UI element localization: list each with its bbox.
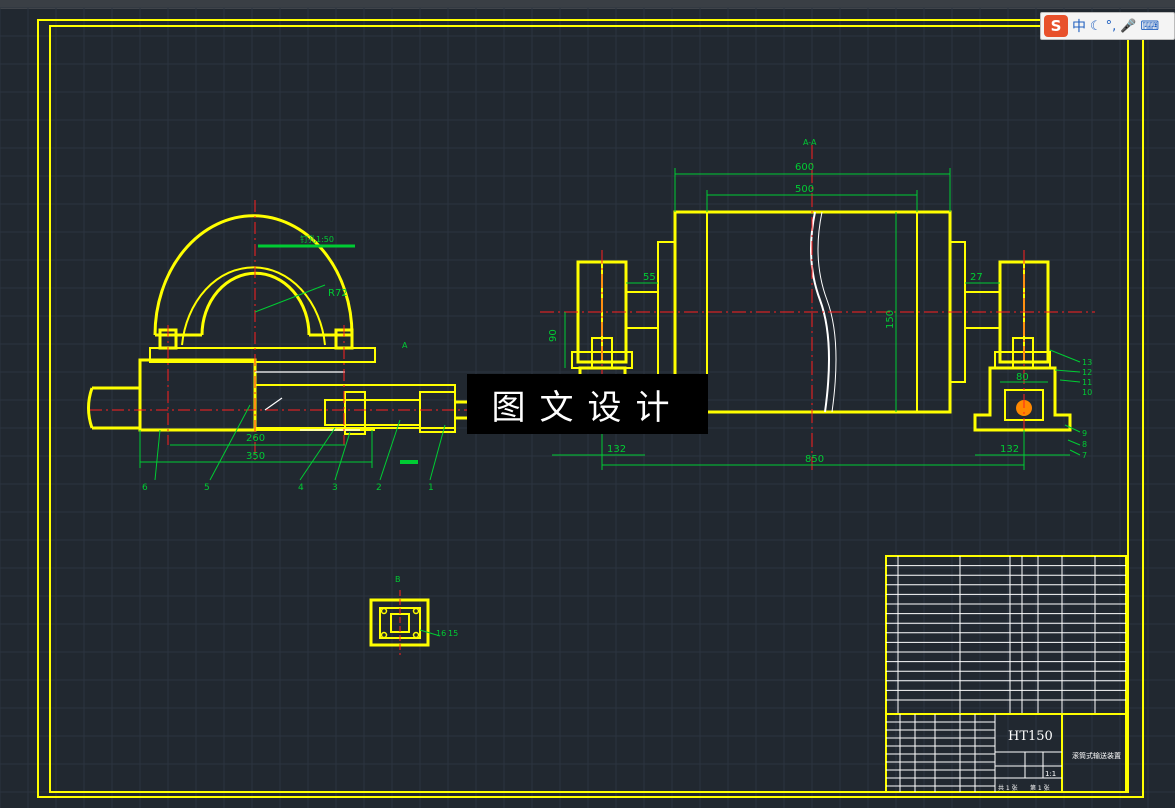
right-dim-80: 80 <box>1016 372 1029 383</box>
left-slope-label: 钉孔1:50 <box>300 234 334 244</box>
left-radius-label: R72 <box>328 288 348 299</box>
right-dim-90: 90 <box>548 329 559 342</box>
punctuation-icon[interactable]: °, <box>1106 19 1117 34</box>
left-view[interactable] <box>87 214 471 435</box>
left-part-4: 4 <box>298 483 304 493</box>
parts-list-table[interactable] <box>885 555 1127 715</box>
left-shaft-end <box>87 386 140 430</box>
left-part-6: 6 <box>142 483 148 493</box>
left-section-mark: A <box>402 341 408 350</box>
right-dim-150: 150 <box>885 310 896 329</box>
left-dim-260: 260 <box>246 433 265 444</box>
inner-sleeve <box>324 399 421 426</box>
title-scale: 1:1 <box>1045 770 1056 778</box>
watermark-banner: 图文设计 <box>467 374 708 434</box>
right-callout-13: 13 <box>1082 358 1092 367</box>
detail-callout-15: 15 <box>448 629 458 638</box>
left-part-1: 1 <box>428 483 434 493</box>
right-dim-27: 27 <box>970 272 983 283</box>
sogou-logo-icon[interactable]: S <box>1044 15 1068 37</box>
right-callout-9: 9 <box>1082 429 1087 438</box>
moon-icon[interactable]: ☾ <box>1090 19 1102 34</box>
right-callout-10: 10 <box>1082 388 1092 397</box>
right-callout-8: 8 <box>1082 440 1087 449</box>
left-part-3: 3 <box>332 483 338 493</box>
bearing-cap-outer-arch <box>153 214 354 336</box>
right-dim-55: 55 <box>643 272 656 283</box>
left-part-5: 5 <box>204 483 210 493</box>
left-view-centerlines <box>90 200 480 460</box>
right-dim-850: 850 <box>805 454 824 465</box>
right-dim-600: 600 <box>795 162 814 173</box>
right-dim-132-left: 132 <box>607 444 626 455</box>
microphone-icon[interactable]: 🎤 <box>1120 19 1136 34</box>
chinese-mode-toggle[interactable]: 中 <box>1072 16 1086 36</box>
detail-label: B <box>395 575 401 584</box>
left-part-2: 2 <box>376 483 382 493</box>
left-shaft <box>625 291 659 329</box>
shaft-end-cap <box>419 391 456 433</box>
right-dim-500: 500 <box>795 184 814 195</box>
title-drawing-name: 滚筒式输送装置 <box>1072 751 1121 760</box>
right-section-title: A-A <box>803 138 817 147</box>
right-dim-132-right: 132 <box>1000 444 1019 455</box>
right-callout-12: 12 <box>1082 368 1092 377</box>
right-callout-7: 7 <box>1082 451 1087 460</box>
title-sheet-total: 共 1 张 <box>998 784 1018 792</box>
ime-toolbar[interactable]: S 中 ☾ °, 🎤 ⌨ <box>1040 12 1175 40</box>
right-shaft <box>964 291 1001 329</box>
bearing-base-block <box>138 358 257 432</box>
title-material: HT150 <box>1008 729 1053 744</box>
right-callout-11: 11 <box>1082 378 1092 387</box>
keyboard-icon[interactable]: ⌨ <box>1140 19 1159 34</box>
title-sheet-no: 第 1 张 <box>1030 784 1050 792</box>
left-view-dim-texts: R72 钉孔1:50 260 350 6 5 4 3 2 1 A <box>142 234 434 493</box>
left-dim-350: 350 <box>246 451 265 462</box>
detail-callout-16: 16 <box>436 629 446 638</box>
title-block-texts: HT150 滚筒式输送装置 1:1 共 1 张 第 1 张 <box>998 729 1121 792</box>
